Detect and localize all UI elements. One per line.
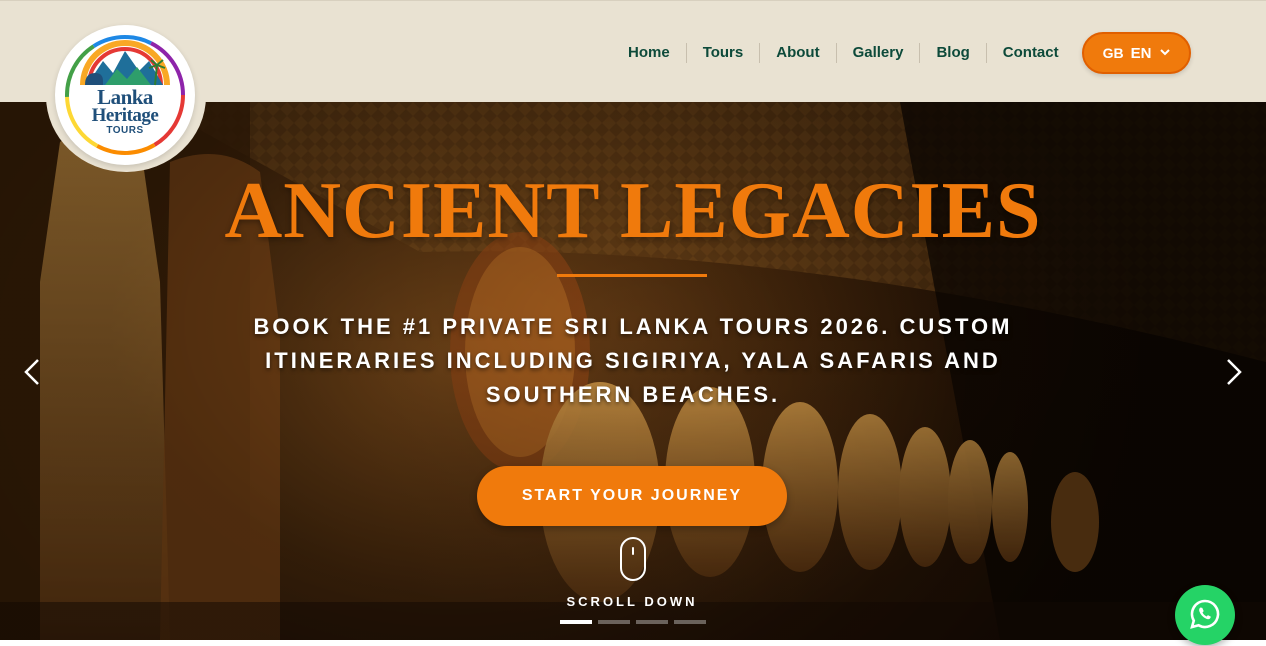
slide-dot-3[interactable]: [636, 620, 668, 624]
nav-home[interactable]: Home: [612, 43, 686, 63]
whatsapp-icon: [1190, 599, 1220, 629]
nav-gallery[interactable]: Gallery: [835, 43, 920, 63]
slide-dot-2[interactable]: [598, 620, 630, 624]
slide-dot-4[interactable]: [674, 620, 706, 624]
scroll-down-label[interactable]: SCROLL DOWN: [532, 594, 732, 609]
chevron-right-icon[interactable]: [1218, 352, 1248, 392]
logo-badge[interactable]: Lanka Heritage TOURS: [46, 20, 206, 172]
mouse-icon[interactable]: [620, 537, 646, 581]
nav-blog[interactable]: Blog: [919, 43, 985, 63]
whatsapp-chat-button[interactable]: [1175, 585, 1235, 645]
slide-dot-1[interactable]: [560, 620, 592, 624]
start-journey-button[interactable]: START YOUR JOURNEY: [477, 466, 787, 526]
title-divider: [557, 274, 707, 277]
nav-contact[interactable]: Contact: [985, 43, 1075, 63]
hero-subtitle: BOOK THE #1 PRIVATE SRI LANKA TOURS 2026…: [253, 314, 1013, 407]
nav-about[interactable]: About: [759, 43, 835, 63]
flag-gb-icon: GB: [1102, 45, 1124, 61]
logo-text-tours: TOURS: [106, 125, 144, 136]
hero-title: ANCIENT LEGACIES: [224, 167, 1042, 255]
slider-pagination: [560, 620, 706, 624]
language-code: EN: [1130, 44, 1152, 62]
logo-text-heritage: Heritage: [91, 105, 159, 126]
main-nav: Home Tours About Gallery Blog Contact: [612, 43, 1075, 63]
chevron-left-icon[interactable]: [18, 352, 48, 392]
nav-tours[interactable]: Tours: [685, 43, 760, 63]
site-logo[interactable]: Lanka Heritage TOURS: [55, 25, 195, 165]
language-selector-button[interactable]: GB EN: [1082, 32, 1191, 74]
hero-slider: ANCIENT LEGACIES BOOK THE #1 PRIVATE SRI…: [0, 102, 1266, 640]
chevron-down-icon: [1160, 47, 1171, 59]
